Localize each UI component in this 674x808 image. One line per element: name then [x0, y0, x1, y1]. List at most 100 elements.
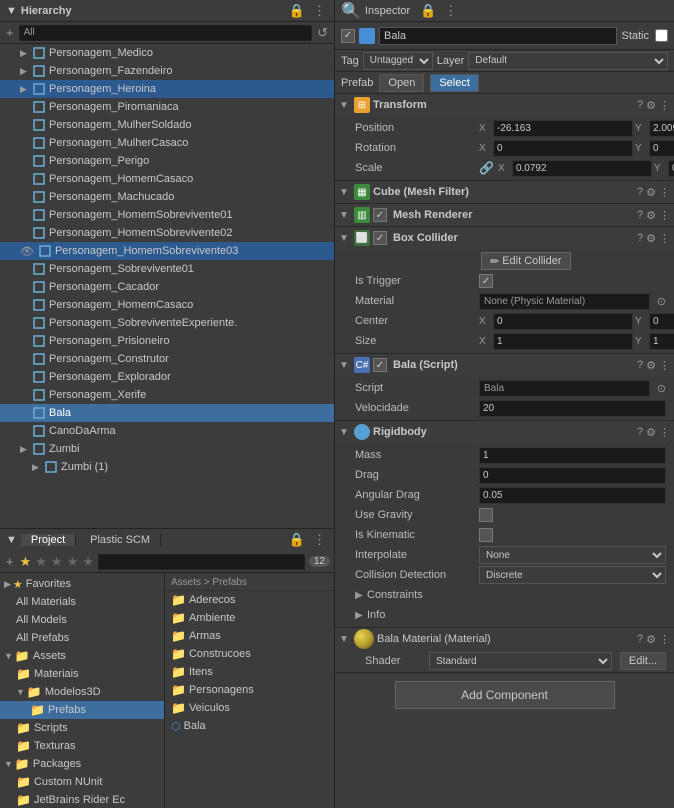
sy-input[interactable] — [649, 333, 674, 350]
is-trigger-checkbox[interactable] — [479, 274, 493, 288]
material-help-icon[interactable]: ? — [637, 633, 643, 646]
tab-plastic-scm[interactable]: Plastic SCM — [80, 534, 161, 546]
ptree-scripts[interactable]: 📁 Scripts — [0, 719, 164, 737]
object-name-input[interactable] — [379, 27, 617, 45]
velocidade-input[interactable] — [479, 400, 666, 417]
interpolate-dropdown[interactable]: None — [479, 546, 666, 564]
star2-icon[interactable]: ★ — [35, 554, 47, 570]
transform-more-icon[interactable]: ⋮ — [659, 99, 670, 112]
tree-item-machucado[interactable]: Personagem_Machucado — [0, 188, 334, 206]
collider-material-field[interactable]: None (Physic Material) — [479, 293, 650, 310]
script-help-icon[interactable]: ? — [637, 359, 643, 372]
script-dot-icon[interactable]: ⊙ — [657, 382, 666, 395]
angular-drag-input[interactable] — [479, 487, 666, 504]
scale-x-input[interactable] — [512, 160, 652, 177]
tree-item-xerife[interactable]: Personagem_Xerife — [0, 386, 334, 404]
static-checkbox[interactable] — [655, 29, 668, 42]
material-comp-header[interactable]: ▼ Bala Material (Material) ? ⚙ ⋮ — [335, 628, 674, 650]
tree-item-homemcasaco[interactable]: Personagem_HomemCasaco — [0, 170, 334, 188]
collider-settings-icon[interactable]: ⚙ — [646, 232, 656, 245]
project-search-input[interactable] — [98, 554, 305, 570]
shader-dropdown[interactable]: Standard — [429, 652, 612, 670]
ptree-custom-nunit[interactable]: 📁 Custom NUnit — [0, 773, 164, 791]
rot-x-input[interactable] — [493, 140, 633, 157]
box-collider-checkbox[interactable] — [373, 231, 387, 245]
shader-edit-button[interactable]: Edit... — [620, 652, 666, 670]
rigidbody-header[interactable]: ▼ Rigidbody ? ⚙ ⋮ — [335, 421, 674, 443]
collider-material-dot-icon[interactable]: ⊙ — [657, 295, 666, 308]
bala-script-checkbox[interactable] — [373, 358, 387, 372]
ptree-texturas[interactable]: 📁 Texturas — [0, 737, 164, 755]
project-more-icon[interactable]: ⋮ — [311, 532, 328, 548]
mesh-filter-header[interactable]: ▼ ▦ Cube (Mesh Filter) ? ⚙ ⋮ — [335, 181, 674, 203]
ptree-packages[interactable]: ▼ 📁 Packages — [0, 755, 164, 773]
pfile-aderecos[interactable]: 📁 Aderecos — [165, 591, 334, 609]
pfile-veiculos[interactable]: 📁 Veiculos — [165, 699, 334, 717]
drag-input[interactable] — [479, 467, 666, 484]
bala-script-header[interactable]: ▼ C# Bala (Script) ? ⚙ ⋮ — [335, 354, 674, 376]
ptree-fav-models[interactable]: All Models — [0, 611, 164, 629]
add-component-button[interactable]: Add Component — [395, 681, 615, 709]
material-settings-icon[interactable]: ⚙ — [646, 633, 656, 646]
project-add-icon[interactable]: + — [4, 554, 16, 569]
pfile-bala[interactable]: ⬡ Bala — [165, 717, 334, 735]
transform-comp-header[interactable]: ▼ ⊞ Transform ? ⚙ ⋮ — [335, 94, 674, 116]
edit-collider-button[interactable]: ✏ Edit Collider — [481, 252, 571, 270]
mesh-renderer-header[interactable]: ▼ ▥ Mesh Renderer ? ⚙ ⋮ — [335, 204, 674, 226]
rb-settings-icon[interactable]: ⚙ — [646, 426, 656, 439]
meshfilter-more-icon[interactable]: ⋮ — [659, 186, 670, 199]
tree-item-sobrevivente03[interactable]: 👁 Personagem_HomemSobrevivente03 — [0, 242, 334, 260]
ptree-fav-prefabs[interactable]: All Prefabs — [0, 629, 164, 647]
tag-dropdown[interactable]: Untagged — [363, 52, 433, 70]
pfile-ambiente[interactable]: 📁 Ambiente — [165, 609, 334, 627]
inspector-more-icon[interactable]: ⋮ — [442, 3, 459, 19]
info-row[interactable]: ▶ Info — [335, 605, 674, 625]
tree-item-sobrevivente01a[interactable]: Personagem_HomemSobrevivente01 — [0, 206, 334, 224]
favorites-star-icon[interactable]: ★ — [20, 554, 32, 570]
ptree-jetbrains[interactable]: 📁 JetBrains Rider Ec — [0, 791, 164, 808]
constraints-row[interactable]: ▶ Constraints — [335, 585, 674, 605]
tree-item-piromaniaca[interactable]: Personagem_Piromaniaca — [0, 98, 334, 116]
tree-item-sobrevivente02[interactable]: Personagem_HomemSobrevivente02 — [0, 224, 334, 242]
transform-settings-icon[interactable]: ⚙ — [646, 99, 656, 112]
sx-input[interactable] — [493, 333, 633, 350]
hierarchy-more-icon[interactable]: ⋮ — [311, 3, 328, 19]
pfile-personagens[interactable]: 📁 Personagens — [165, 681, 334, 699]
box-collider-header[interactable]: ▼ ⬜ Box Collider ? ⚙ ⋮ — [335, 227, 674, 249]
star3-icon[interactable]: ★ — [51, 554, 63, 570]
tree-item-mulhersoldado[interactable]: Personagem_MulherSoldado — [0, 116, 334, 134]
inspector-lock-icon[interactable]: 🔒 — [418, 3, 438, 19]
meshfilter-help-icon[interactable]: ? — [637, 186, 643, 199]
rb-help-icon[interactable]: ? — [637, 426, 643, 439]
tree-item-personagem-medico[interactable]: ▶ Personagem_Medico — [0, 44, 334, 62]
tree-item-prisioneiro[interactable]: Personagem_Prisioneiro — [0, 332, 334, 350]
cx-input[interactable] — [493, 313, 633, 330]
meshfilter-settings-icon[interactable]: ⚙ — [646, 186, 656, 199]
script-field[interactable]: Bala — [479, 380, 650, 397]
tree-item-bala[interactable]: Bala — [0, 404, 334, 422]
star4-icon[interactable]: ★ — [67, 554, 79, 570]
open-button[interactable]: Open — [379, 74, 424, 92]
pfile-itens[interactable]: 📁 Itens — [165, 663, 334, 681]
tree-item-fazendeiro[interactable]: ▶ Personagem_Fazendeiro — [0, 62, 334, 80]
pos-x-input[interactable] — [493, 120, 633, 137]
hierarchy-add-icon[interactable]: + — [4, 25, 16, 40]
hierarchy-refresh-icon[interactable]: ↺ — [315, 25, 330, 41]
is-kinematic-checkbox[interactable] — [479, 528, 493, 542]
tree-item-mulhercasaco[interactable]: Personagem_MulherCasaco — [0, 134, 334, 152]
tree-item-canodaarma[interactable]: CanoDaArma — [0, 422, 334, 440]
hierarchy-search-input[interactable] — [19, 25, 313, 41]
mass-input[interactable] — [479, 447, 666, 464]
collision-detection-dropdown[interactable]: Discrete — [479, 566, 666, 584]
tree-item-cacador[interactable]: Personagem_Cacador — [0, 278, 334, 296]
material-more-icon[interactable]: ⋮ — [659, 633, 670, 646]
tree-item-sobrevivente-exp[interactable]: Personagem_SobreviventeExperiente. — [0, 314, 334, 332]
tree-item-homemcasaco2[interactable]: Personagem_HomemCasaco — [0, 296, 334, 314]
select-button[interactable]: Select — [430, 74, 479, 92]
use-gravity-checkbox[interactable] — [479, 508, 493, 522]
object-active-checkbox[interactable] — [341, 29, 355, 43]
meshrenderer-more-icon[interactable]: ⋮ — [659, 209, 670, 222]
ptree-fav-materials[interactable]: All Materials — [0, 593, 164, 611]
hierarchy-lock-icon[interactable]: 🔒 — [287, 3, 307, 19]
tree-item-perigo[interactable]: Personagem_Perigo — [0, 152, 334, 170]
